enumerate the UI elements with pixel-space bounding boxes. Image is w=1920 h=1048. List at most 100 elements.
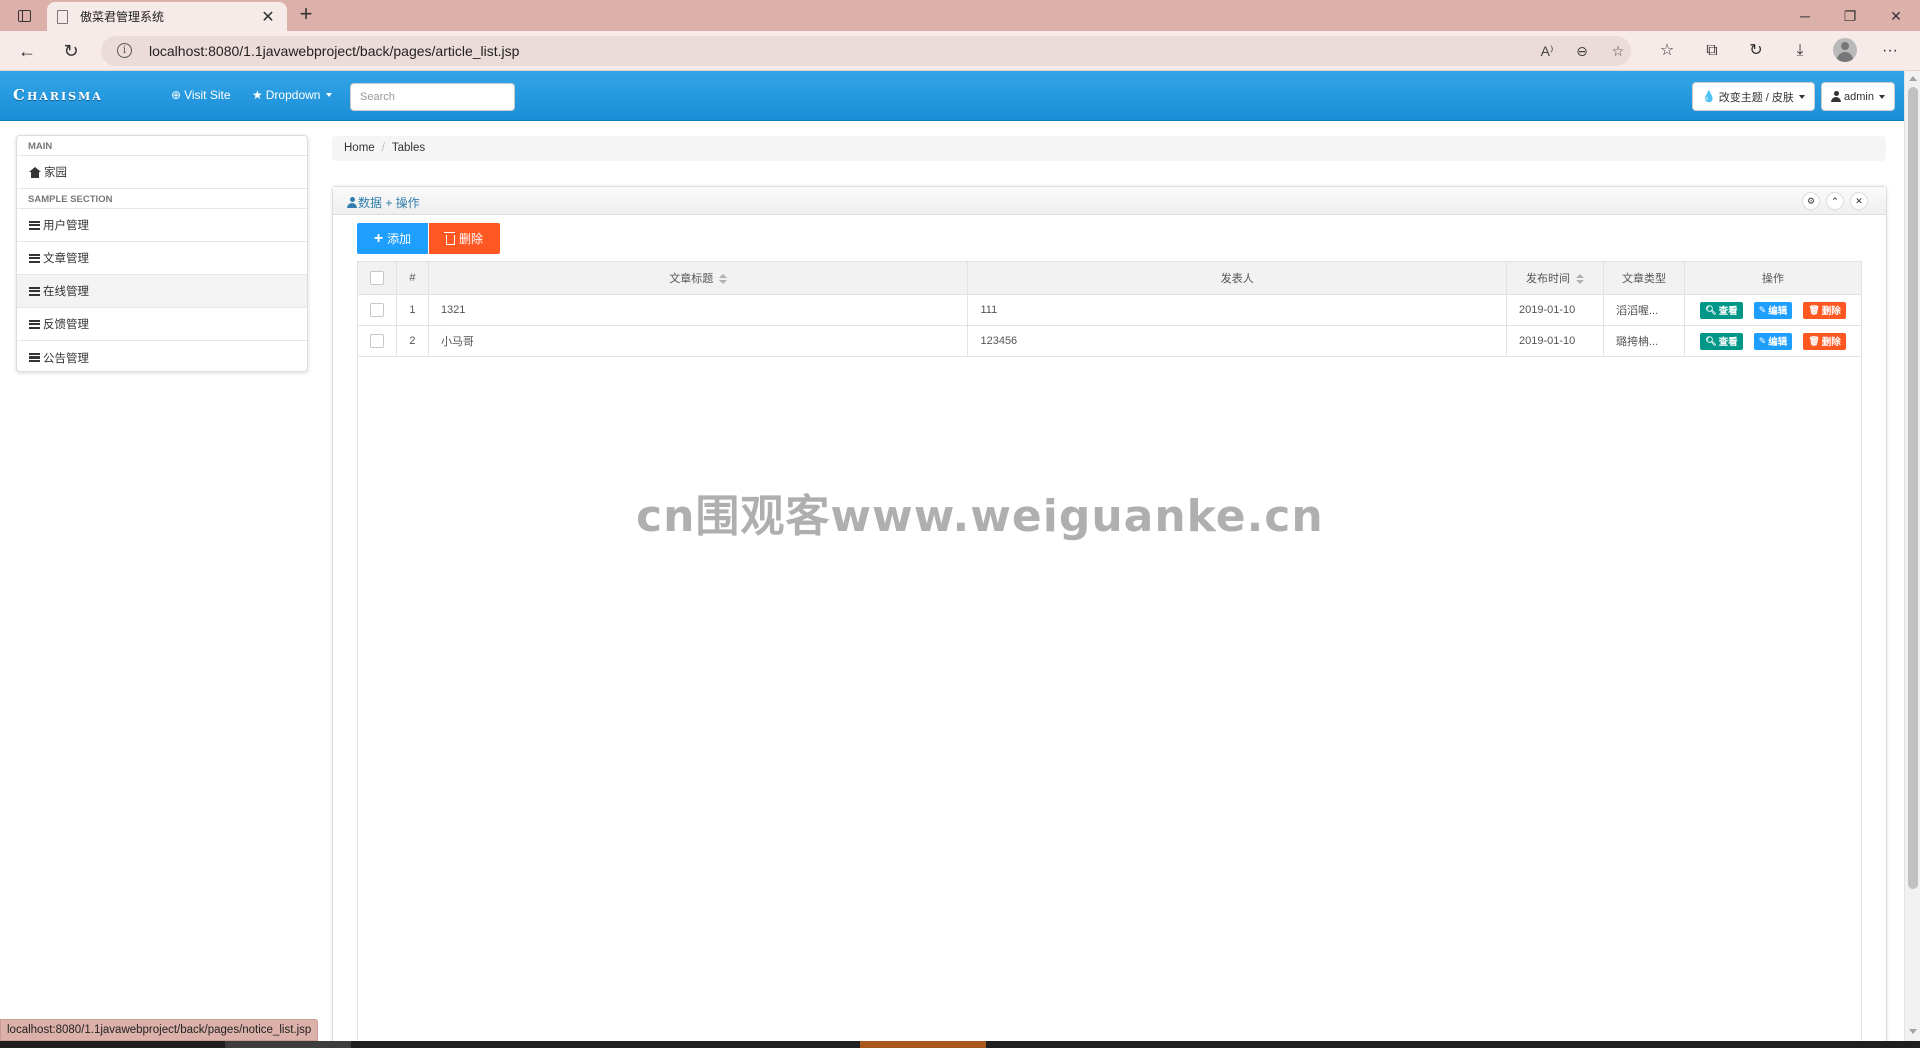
page-scrollbar[interactable] xyxy=(1904,71,1920,1041)
downloads-icon[interactable]: ⤓ xyxy=(1788,39,1812,63)
history-icon[interactable]: ↻ xyxy=(1744,39,1768,63)
list-icon xyxy=(29,253,40,263)
dropdown-label: Dropdown xyxy=(265,88,321,102)
zoom-icon[interactable]: ⊖ xyxy=(1571,42,1593,62)
row-select-cell xyxy=(357,294,397,326)
edit-button-label: 编辑 xyxy=(1768,337,1788,348)
sort-icon[interactable] xyxy=(719,274,728,285)
back-button[interactable]: ← xyxy=(14,39,40,65)
column-header-date[interactable]: 发布时间 xyxy=(1506,261,1604,295)
sidebar-item-label: 公告管理 xyxy=(43,352,89,365)
tab-actions-button[interactable] xyxy=(12,6,36,26)
row-date: 2019-01-10 xyxy=(1506,325,1604,357)
plus-icon: + xyxy=(373,229,384,247)
restore-button[interactable]: ❐ xyxy=(1827,4,1873,28)
minimize-button[interactable]: ─ xyxy=(1782,4,1828,28)
taskbar-app-active[interactable] xyxy=(860,1041,986,1048)
row-title: 小马哥 xyxy=(427,325,969,357)
sidebar-item-feedback[interactable]: 反馈管理 xyxy=(17,308,307,341)
breadcrumb: Home / Tables xyxy=(332,136,1886,161)
trash-icon: 🗑︎ xyxy=(1808,335,1820,346)
article-table: # 文章标题 发表人 发布时间 文章类型 操作 1 1321 111 2019-… xyxy=(357,261,1863,357)
refresh-button[interactable]: ↻ xyxy=(58,39,84,65)
collapse-icon[interactable]: ⌃ xyxy=(1826,192,1844,210)
collections-icon[interactable]: ⧉ xyxy=(1700,39,1724,63)
delete-button[interactable]: 删除 xyxy=(429,223,500,254)
settings-icon[interactable]: ⚙ xyxy=(1802,192,1820,210)
list-icon xyxy=(29,353,40,362)
profile-avatar[interactable] xyxy=(1833,38,1857,62)
browser-tab-strip: 傲菜君管理系统 ✕ + ─ ❐ ✕ xyxy=(0,0,1920,31)
row-actions: 🔍︎ 查看 ✎ 编辑 🗑︎ 删除 xyxy=(1683,294,1863,326)
row-checkbox[interactable] xyxy=(369,334,384,348)
caret-down-icon xyxy=(1798,94,1805,99)
taskbar-app[interactable] xyxy=(225,1041,351,1048)
url-text[interactable]: localhost:8080/1.1javawebproject/back/pa… xyxy=(149,43,519,59)
user-label: admin xyxy=(1844,90,1874,103)
edit-button[interactable]: ✎ 编辑 xyxy=(1753,301,1793,319)
trash-icon xyxy=(443,231,455,245)
row-author: 111 xyxy=(967,294,1508,326)
page-icon xyxy=(57,9,68,24)
sidebar-item-articles[interactable]: 文章管理 xyxy=(17,242,307,275)
breadcrumb-separator: / xyxy=(381,142,385,154)
select-all-checkbox[interactable] xyxy=(369,271,384,285)
row-type: 璐挎柟... xyxy=(1603,325,1685,357)
select-all-cell xyxy=(357,261,397,295)
add-button[interactable]: + 添加 xyxy=(357,223,428,254)
sidebar-item-users[interactable]: 用户管理 xyxy=(17,209,307,242)
close-panel-icon[interactable]: ✕ xyxy=(1850,192,1868,210)
url-field[interactable]: i localhost:8080/1.1javawebproject/back/… xyxy=(101,36,1631,66)
remove-button-label: 删除 xyxy=(1821,337,1841,348)
sidebar-item-label: 在线管理 xyxy=(43,286,89,298)
edit-button[interactable]: ✎ 编辑 xyxy=(1753,332,1793,350)
site-info-icon[interactable]: i xyxy=(117,43,132,58)
tab-close-icon[interactable]: ✕ xyxy=(259,7,277,27)
sidebar-item-online[interactable]: 在线管理 xyxy=(17,275,307,308)
remove-button[interactable]: 🗑︎ 删除 xyxy=(1803,332,1846,350)
row-select-cell xyxy=(357,325,397,357)
search-input[interactable] xyxy=(350,83,515,111)
row-checkbox[interactable] xyxy=(369,303,384,317)
dropdown-menu-link[interactable]: ★ Dropdown xyxy=(252,88,333,102)
view-button[interactable]: 🔍︎ 查看 xyxy=(1700,332,1743,350)
row-index: 1 xyxy=(395,294,429,326)
sidebar-item-notices[interactable]: 公告管理 xyxy=(17,341,307,374)
column-header-title[interactable]: 文章标题 xyxy=(427,261,969,295)
brand-logo[interactable]: Charisma xyxy=(13,86,103,104)
column-header-date-label: 发布时间 xyxy=(1526,273,1570,285)
sidebar-header-section: SAMPLE SECTION xyxy=(17,189,307,209)
pencil-icon: ✎ xyxy=(1758,335,1767,346)
favorites-icon[interactable]: ☆ xyxy=(1655,39,1679,63)
table-row: 1 1321 111 2019-01-10 滔滔喔... 🔍︎ 查看 ✎ 编辑 🗑︎… xyxy=(357,294,1863,326)
row-author: 123456 xyxy=(967,325,1508,357)
visit-site-link[interactable]: ⊕ Visit Site xyxy=(171,88,231,102)
breadcrumb-home-link[interactable]: Home xyxy=(344,142,375,155)
window-close-button[interactable]: ✕ xyxy=(1873,4,1919,28)
theme-dropdown-button[interactable]: 💧 改变主题 / 皮肤 xyxy=(1692,82,1815,111)
scrollbar-thumb[interactable] xyxy=(1908,87,1918,889)
read-aloud-icon[interactable]: A⁾ xyxy=(1536,42,1558,62)
add-favorite-icon[interactable]: ☆ xyxy=(1607,42,1629,62)
sort-icon[interactable] xyxy=(1576,274,1584,285)
scroll-up-arrow-icon[interactable] xyxy=(1909,76,1917,81)
remove-button-label: 删除 xyxy=(1821,306,1841,317)
sidebar-item-label: 家园 xyxy=(44,167,67,179)
status-link-preview: localhost:8080/1.1javawebproject/back/pa… xyxy=(0,1019,319,1041)
browser-tab[interactable]: 傲菜君管理系统 ✕ xyxy=(47,2,287,31)
scroll-down-arrow-icon[interactable] xyxy=(1909,1029,1917,1034)
column-header-title-label: 文章标题 xyxy=(669,273,714,285)
view-button-label: 查看 xyxy=(1718,306,1738,317)
search-icon: 🔍︎ xyxy=(1705,335,1717,346)
column-header-actions: 操作 xyxy=(1683,261,1863,295)
tint-icon: 💧 xyxy=(1702,91,1716,103)
breadcrumb-current[interactable]: Tables xyxy=(392,142,425,155)
tab-actions-icon xyxy=(17,10,31,22)
view-button[interactable]: 🔍︎ 查看 xyxy=(1700,301,1743,319)
user-dropdown-button[interactable]: admin xyxy=(1821,82,1895,111)
new-tab-button[interactable]: + xyxy=(294,3,318,27)
more-menu-icon[interactable]: ··· xyxy=(1878,39,1902,63)
remove-button[interactable]: 🗑︎ 删除 xyxy=(1803,301,1846,319)
sidebar-item-home[interactable]: 家园 xyxy=(17,156,307,189)
sidebar-nav: MAIN 家园 SAMPLE SECTION 用户管理 文章管理 在线管理 反馈… xyxy=(16,135,308,372)
